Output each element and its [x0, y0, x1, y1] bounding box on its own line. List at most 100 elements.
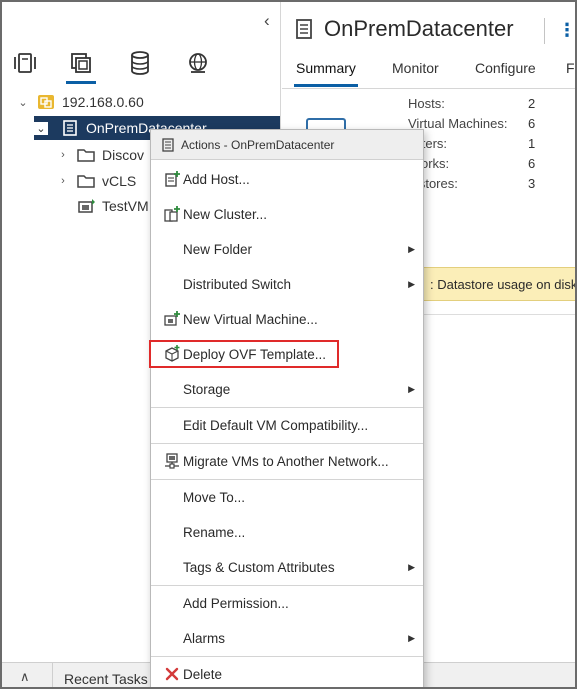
menu-item-deploy-ovf-template[interactable]: Deploy OVF Template... [151, 339, 423, 369]
storage-tab[interactable] [123, 50, 157, 86]
stat-value: 6 [528, 116, 536, 131]
tabs-underline [282, 88, 575, 89]
menu-item-label: Tags & Custom Attributes [183, 559, 335, 575]
collapse-navigator-icon[interactable]: ‹ [264, 12, 278, 30]
datacenter-icon [162, 137, 174, 152]
datastore-usage-alert: : Datastore usage on disk [422, 267, 577, 301]
tree-item-folder-vcls[interactable]: › vCLS [56, 169, 151, 193]
stat-value: 3 [528, 176, 536, 191]
tab-summary[interactable]: Summary [294, 60, 358, 87]
expand-caret-icon[interactable]: › [56, 175, 70, 187]
folder-icon [77, 175, 95, 188]
hosts-clusters-icon [14, 53, 36, 73]
storage-icon [131, 51, 149, 75]
menu-item-edit-vm-compatibility[interactable]: Edit Default VM Compatibility... [151, 410, 423, 440]
hosts-clusters-tab[interactable] [8, 50, 42, 86]
menu-divider [151, 443, 423, 444]
alert-text: : Datastore usage on disk [430, 276, 577, 292]
menu-item-new-folder[interactable]: New Folder ▶ [151, 234, 423, 264]
tree-item-label: 192.168.0.60 [62, 94, 144, 110]
menu-item-delete[interactable]: Delete [151, 659, 423, 687]
menu-header: Actions - OnPremDatacenter [151, 130, 423, 160]
migrate-icon [165, 453, 179, 469]
actions-menu-icon[interactable]: ⋮ [558, 20, 575, 41]
tree-item-label: Discov [102, 147, 145, 163]
menu-item-label: Delete [183, 666, 223, 682]
menu-item-storage[interactable]: Storage ▶ [151, 374, 423, 404]
vsphere-client-window: ‹ ⌄ 192.168.0.60 ⌄ OnPremDatacenter › Di… [0, 0, 577, 689]
datacenter-icon [296, 19, 312, 39]
networking-icon [189, 53, 207, 73]
bottom-divider [52, 663, 53, 687]
expand-caret-icon[interactable]: ⌄ [34, 121, 48, 135]
vms-templates-icon [71, 53, 91, 73]
add-host-icon [165, 171, 180, 187]
expand-up-icon[interactable]: ∧ [20, 669, 30, 685]
menu-item-rename[interactable]: Rename... [151, 517, 423, 547]
submenu-arrow-icon: ▶ [408, 632, 415, 643]
menu-item-move-to[interactable]: Move To... [151, 482, 423, 512]
tree-item-label: TestVM [102, 198, 149, 214]
tab-permissions[interactable]: F [566, 60, 575, 76]
object-tabs: Summary Monitor Configure F [282, 58, 575, 88]
expand-caret-icon[interactable]: ⌄ [16, 96, 30, 109]
menu-item-label: Storage [183, 381, 231, 397]
new-vm-icon [164, 311, 180, 326]
object-title: OnPremDatacenter [294, 16, 514, 42]
menu-header-text: Actions - OnPremDatacenter [181, 137, 335, 152]
tree-item-label: vCLS [102, 173, 137, 189]
tree-item-vm-testvm[interactable]: TestVM [70, 194, 150, 218]
stat-value: 2 [528, 96, 536, 111]
stat-label: Hosts: [408, 96, 445, 111]
menu-item-label: Alarms [183, 630, 226, 646]
deploy-ovf-icon [165, 345, 180, 362]
menu-item-label: Move To... [183, 489, 246, 505]
object-title-text: OnPremDatacenter [324, 16, 514, 41]
menu-item-new-cluster[interactable]: New Cluster... [151, 199, 423, 229]
menu-divider [151, 585, 423, 586]
menu-item-label: Deploy OVF Template... [183, 346, 327, 362]
menu-item-tags-custom-attributes[interactable]: Tags & Custom Attributes ▶ [151, 552, 423, 582]
submenu-arrow-icon: ▶ [408, 243, 415, 254]
menu-item-label: Distributed Switch [183, 276, 292, 292]
menu-item-new-virtual-machine[interactable]: New Virtual Machine... [151, 304, 423, 334]
menu-item-distributed-switch[interactable]: Distributed Switch ▶ [151, 269, 423, 299]
menu-item-label: Migrate VMs to Another Network... [183, 453, 389, 469]
menu-item-alarms[interactable]: Alarms ▶ [151, 623, 423, 653]
new-cluster-icon [164, 206, 180, 222]
networking-tab[interactable] [181, 50, 215, 86]
menu-item-label: Rename... [183, 524, 246, 540]
menu-divider [151, 407, 423, 408]
menu-item-add-host[interactable]: Add Host... [151, 164, 423, 194]
menu-item-label: New Cluster... [183, 206, 268, 222]
tree-item-vcenter[interactable]: ⌄ 192.168.0.60 [16, 90, 266, 114]
menu-item-migrate-vms[interactable]: Migrate VMs to Another Network... [151, 446, 423, 476]
menu-item-label: Edit Default VM Compatibility... [183, 417, 369, 433]
title-divider [544, 18, 545, 44]
delete-icon [165, 667, 179, 681]
tree-item-folder-discovered[interactable]: › Discov [56, 143, 151, 167]
menu-item-label: New Virtual Machine... [183, 311, 318, 327]
folder-icon [77, 149, 95, 162]
vcenter-icon [38, 95, 54, 109]
menu-item-label: New Folder [183, 241, 253, 257]
menu-item-add-permission[interactable]: Add Permission... [151, 588, 423, 618]
menu-divider [151, 656, 423, 657]
navigator-tabs [2, 50, 281, 86]
vms-templates-tab[interactable] [64, 50, 98, 86]
submenu-arrow-icon: ▶ [408, 383, 415, 394]
submenu-arrow-icon: ▶ [408, 278, 415, 289]
menu-item-label: Add Host... [183, 171, 250, 187]
submenu-arrow-icon: ▶ [408, 561, 415, 572]
expand-caret-icon[interactable]: › [56, 149, 70, 161]
stat-value: 6 [528, 156, 536, 171]
menu-divider [151, 479, 423, 480]
recent-tasks-tab[interactable]: Recent Tasks [64, 671, 148, 687]
stat-value: 1 [528, 136, 536, 151]
tab-monitor[interactable]: Monitor [392, 60, 439, 76]
menu-item-label: Add Permission... [183, 595, 289, 611]
vm-icon [78, 199, 95, 213]
tab-configure[interactable]: Configure [475, 60, 536, 76]
datacenter-icon [63, 120, 77, 136]
actions-context-menu: Actions - OnPremDatacenter Add Host... N… [150, 129, 424, 687]
